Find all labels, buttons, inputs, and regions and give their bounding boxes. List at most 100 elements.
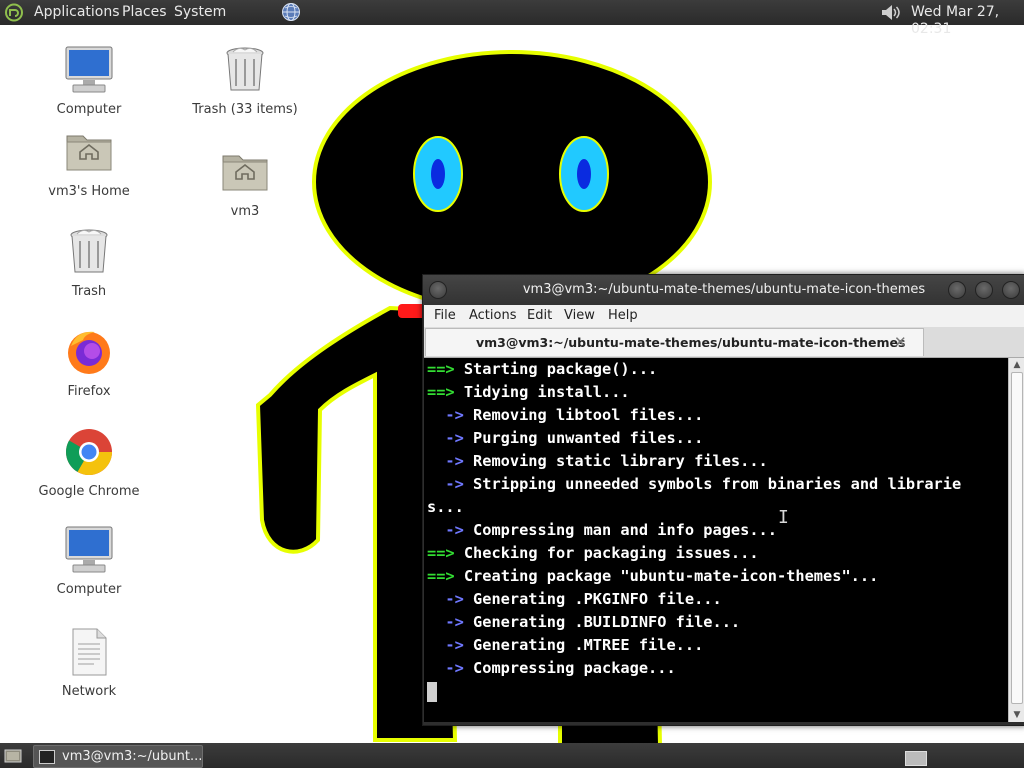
taskbar-terminal-button[interactable]: vm3@vm3:~/ubunt... <box>33 745 203 768</box>
line-prefix: -> <box>427 475 464 493</box>
line-text: Creating package "ubuntu-mate-icon-theme… <box>454 567 879 585</box>
desktop-icon-label: Network <box>61 684 117 699</box>
home-folder-icon <box>222 155 268 191</box>
terminal-tabbar: vm3@vm3:~/ubuntu-mate-themes/ubuntu-mate… <box>424 327 1024 358</box>
line-text: s... <box>427 498 464 516</box>
line-prefix: ==> <box>427 544 455 562</box>
volume-icon[interactable] <box>880 3 902 22</box>
text-cursor <box>427 682 437 702</box>
desktop-icon-label: Firefox <box>67 384 111 399</box>
line-text: Generating .PKGINFO file... <box>463 590 722 608</box>
tab-label: vm3@vm3:~/ubuntu-mate-themes/ubuntu-mate… <box>476 335 906 350</box>
taskbar-button-label: vm3@vm3:~/ubunt... <box>62 749 203 764</box>
line-prefix: ==> <box>427 360 455 378</box>
line-prefix: -> <box>427 613 464 631</box>
terminal-line: ==> Checking for packaging issues... <box>427 542 759 565</box>
desktop-icon-label: Computer <box>56 582 122 597</box>
desktop-icon-computer[interactable]: Computer <box>29 44 149 117</box>
scroll-down-arrow-icon[interactable]: ▼ <box>1009 708 1024 722</box>
computer-icon <box>65 526 113 573</box>
menu-places[interactable]: Places <box>122 4 167 21</box>
line-text: Compressing package... <box>463 659 676 677</box>
menu-view[interactable]: View <box>564 308 595 323</box>
menu-actions[interactable]: Actions <box>469 308 517 323</box>
line-text: Removing libtool files... <box>463 406 704 424</box>
line-text: Starting package()... <box>454 360 658 378</box>
terminal-icon <box>39 750 55 764</box>
window-menu-button[interactable] <box>429 281 447 299</box>
terminal-line: -> Stripping unneeded symbols from binar… <box>427 473 961 496</box>
terminal-line: -> Generating .PKGINFO file... <box>427 588 722 611</box>
desktop-icon-computer-2[interactable]: Computer <box>29 524 149 597</box>
menu-applications[interactable]: Applications <box>34 4 120 21</box>
desktop-icon-home[interactable]: vm3's Home <box>29 126 149 199</box>
scrollbar-thumb[interactable] <box>1011 372 1023 704</box>
workspace-switcher[interactable] <box>905 751 927 766</box>
network-icon <box>72 628 107 676</box>
terminal-line: -> Removing libtool files... <box>427 404 703 427</box>
mate-logo-icon[interactable] <box>4 3 24 22</box>
desktop-icon-label: vm3 <box>230 204 260 219</box>
scroll-up-arrow-icon[interactable]: ▲ <box>1009 358 1024 372</box>
terminal-line: -> Removing static library files... <box>427 450 768 473</box>
tab-close-icon[interactable]: ✕ <box>894 329 907 356</box>
chrome-icon <box>66 429 112 475</box>
line-text: Generating .BUILDINFO file... <box>463 613 741 631</box>
line-prefix: -> <box>427 636 464 654</box>
line-prefix: -> <box>427 590 464 608</box>
terminal-menubar: File Actions Edit View Help <box>424 305 1024 327</box>
window-titlebar[interactable]: vm3@vm3:~/ubuntu-mate-themes/ubuntu-mate… <box>423 275 1024 305</box>
show-desktop-icon[interactable] <box>4 748 22 763</box>
terminal-line: -> Generating .BUILDINFO file... <box>427 611 740 634</box>
desktop-icon-label: Trash <box>71 284 107 299</box>
web-browser-launcher-icon[interactable] <box>281 2 301 22</box>
desktop-icon-chrome[interactable]: Google Chrome <box>29 426 149 499</box>
terminal-line: ==> Tidying install... <box>427 381 630 404</box>
desktop-icon-trash[interactable]: Trash <box>29 226 149 299</box>
top-panel: Applications Places System Wed Mar 27, 0… <box>0 0 1024 37</box>
line-text: Checking for packaging issues... <box>454 544 759 562</box>
line-prefix: -> <box>427 659 464 677</box>
terminal-line: ==> Creating package "ubuntu-mate-icon-t… <box>427 565 878 588</box>
terminal-output[interactable]: ==> Starting package()... ==> Tidying ins… <box>424 358 1008 722</box>
desktop-icon-network[interactable]: Network <box>29 626 149 699</box>
menu-help[interactable]: Help <box>608 308 638 323</box>
mouse-ibeam-cursor-icon: I <box>778 507 789 528</box>
line-prefix: -> <box>427 452 464 470</box>
menu-edit[interactable]: Edit <box>527 308 552 323</box>
desktop-icon-label: Computer <box>56 102 122 117</box>
desktop-icon-label: vm3's Home <box>48 184 130 199</box>
line-text: Generating .MTREE file... <box>463 636 704 654</box>
terminal-line: -> Compressing man and info pages... <box>427 519 777 542</box>
trash-icon <box>226 47 264 91</box>
line-text: Stripping unneeded symbols from binaries… <box>463 475 962 493</box>
terminal-line: -> Purging unwanted files... <box>427 427 703 450</box>
line-prefix: -> <box>427 406 464 424</box>
terminal-scrollbar[interactable]: ▲ ▼ <box>1008 358 1024 722</box>
terminal-window[interactable]: vm3@vm3:~/ubuntu-mate-themes/ubuntu-mate… <box>422 274 1024 726</box>
line-prefix: -> <box>427 521 464 539</box>
desktop-icon-vm3-folder[interactable]: vm3 <box>185 146 305 219</box>
line-text: Purging unwanted files... <box>463 429 704 447</box>
maximize-button[interactable] <box>975 281 993 299</box>
terminal-tab[interactable]: vm3@vm3:~/ubuntu-mate-themes/ubuntu-mate… <box>425 328 924 356</box>
menu-file[interactable]: File <box>434 308 456 323</box>
close-button[interactable] <box>1002 281 1020 299</box>
desktop-icon-label: Trash (33 items) <box>192 102 298 117</box>
line-prefix: -> <box>427 429 464 447</box>
minimize-button[interactable] <box>948 281 966 299</box>
desktop-icon-trash-items[interactable]: Trash (33 items) <box>185 44 305 117</box>
desktop-icon-label: Google Chrome <box>38 484 140 499</box>
home-folder-icon <box>66 135 112 171</box>
desktop-icon-firefox[interactable]: Firefox <box>29 326 149 399</box>
terminal-line: s... <box>427 496 464 519</box>
line-text: Removing static library files... <box>463 452 768 470</box>
firefox-icon <box>68 331 110 374</box>
line-prefix: ==> <box>427 383 455 401</box>
line-text: Tidying install... <box>454 383 630 401</box>
terminal-line: -> Compressing package... <box>427 657 676 680</box>
menu-system[interactable]: System <box>174 4 226 21</box>
bottom-panel: vm3@vm3:~/ubunt... <box>0 743 1024 768</box>
terminal-line: ==> Starting package()... <box>427 358 657 381</box>
line-text: Compressing man and info pages... <box>463 521 777 539</box>
